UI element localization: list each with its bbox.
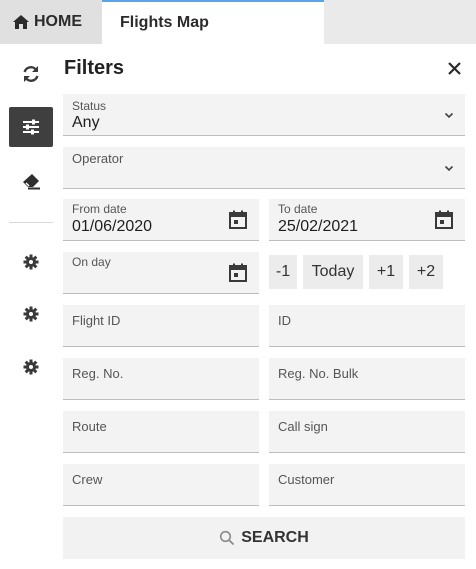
calendar-icon[interactable]	[433, 209, 455, 231]
reg-no-field[interactable]: Reg. No.	[63, 358, 259, 400]
call-sign-field[interactable]: Call sign	[269, 411, 465, 453]
flight-id-placeholder: Flight ID	[72, 313, 121, 328]
settings-button-2[interactable]	[9, 294, 53, 334]
chevron-down-icon	[444, 165, 454, 171]
on-day-field[interactable]: On day	[63, 252, 259, 294]
settings-button-1[interactable]	[9, 242, 53, 282]
close-icon	[447, 61, 461, 75]
search-button-label: SEARCH	[241, 529, 309, 546]
flight-id-field[interactable]: Flight ID	[63, 305, 259, 347]
call-sign-placeholder: Call sign	[278, 419, 328, 434]
from-date-label: From date	[72, 202, 127, 216]
day-minus-1-button[interactable]: -1	[269, 255, 297, 289]
id-field[interactable]: ID	[269, 305, 465, 347]
crew-placeholder: Crew	[72, 472, 103, 487]
tab-flights-map[interactable]: Flights Map	[102, 0, 324, 44]
filters-toggle-button[interactable]	[9, 107, 53, 147]
operator-select[interactable]: Operator	[63, 147, 465, 189]
from-date-field[interactable]: From date 01/06/2020	[63, 199, 259, 241]
operator-label: Operator	[72, 151, 124, 166]
sliders-icon	[23, 119, 39, 135]
tab-home[interactable]: HOME	[0, 0, 102, 44]
refresh-button[interactable]	[9, 54, 53, 94]
reg-no-placeholder: Reg. No.	[72, 366, 124, 381]
from-date-value: 01/06/2020	[72, 218, 153, 235]
status-label: Status	[72, 99, 107, 113]
day-plus-1-button[interactable]: +1	[369, 255, 403, 289]
sidebar	[0, 44, 62, 569]
to-date-field[interactable]: To date 25/02/2021	[269, 199, 465, 241]
gear-icon	[23, 359, 39, 375]
status-value: Any	[72, 114, 100, 131]
calendar-icon[interactable]	[227, 209, 249, 231]
panel-title: Filters	[64, 57, 125, 79]
eraser-icon	[23, 174, 40, 190]
status-select[interactable]: Status Any	[63, 94, 465, 136]
sidebar-divider	[9, 222, 53, 223]
reg-no-bulk-placeholder: Reg. No. Bulk	[278, 366, 359, 381]
customer-placeholder: Customer	[278, 472, 335, 487]
close-button[interactable]	[444, 57, 464, 79]
day-plus-2-button[interactable]: +2	[409, 255, 443, 289]
refresh-icon	[23, 66, 39, 82]
tab-home-label: HOME	[34, 13, 82, 30]
route-placeholder: Route	[72, 419, 107, 434]
settings-button-3[interactable]	[9, 347, 53, 387]
clear-filters-button[interactable]	[9, 161, 53, 201]
search-icon	[220, 530, 235, 546]
chevron-down-icon	[444, 112, 454, 118]
customer-field[interactable]: Customer	[269, 464, 465, 506]
home-icon	[13, 15, 29, 29]
reg-no-bulk-field[interactable]: Reg. No. Bulk	[269, 358, 465, 400]
gear-icon	[23, 254, 39, 270]
search-button[interactable]: SEARCH	[63, 517, 465, 559]
calendar-icon[interactable]	[227, 262, 249, 284]
day-today-button[interactable]: Today	[303, 255, 363, 289]
id-placeholder: ID	[278, 313, 291, 328]
tab-bar: HOME Flights Map	[0, 0, 476, 44]
crew-field[interactable]: Crew	[63, 464, 259, 506]
to-date-value: 25/02/2021	[278, 218, 359, 235]
to-date-label: To date	[278, 202, 318, 216]
tab-flights-map-label: Flights Map	[120, 14, 209, 31]
route-field[interactable]: Route	[63, 411, 259, 453]
on-day-label: On day	[72, 255, 111, 269]
gear-icon	[23, 306, 39, 322]
